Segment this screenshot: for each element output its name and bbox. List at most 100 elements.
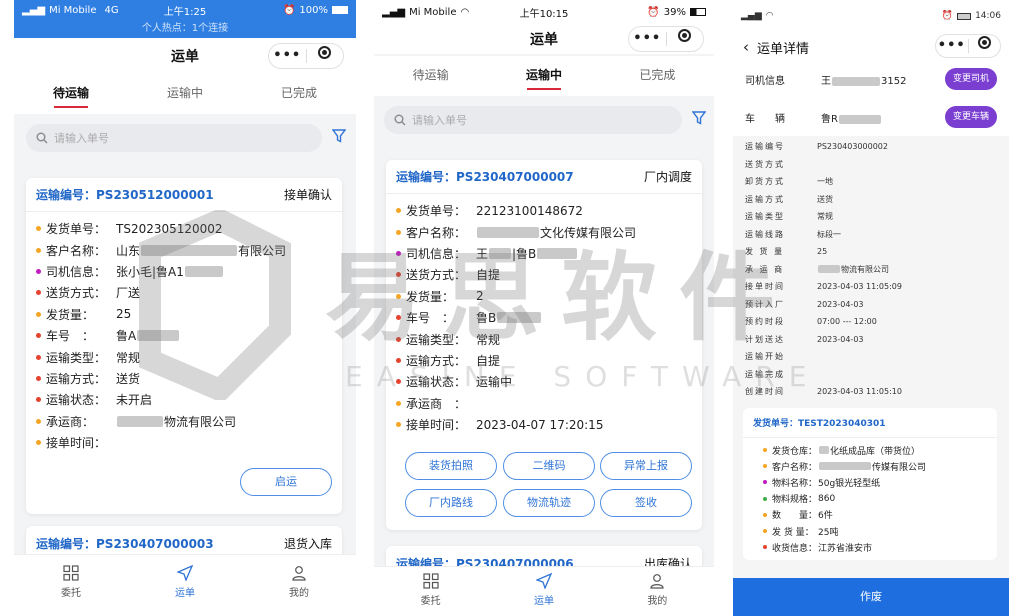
change-vehicle-button[interactable]: 变更车辆 <box>945 106 997 128</box>
field-label: 发货单号： <box>46 222 107 237</box>
field-value: 山东 <box>116 243 141 258</box>
delivery-order-card[interactable]: 发货单号：TEST2023040301 发货仓库： 化纸成品库（带货位） 客户名称… <box>743 408 997 560</box>
delivery-label: 发 货 量： <box>772 527 814 538</box>
back-icon[interactable]: ‹ <box>743 38 749 56</box>
mini-program-capsule: ••• <box>628 26 704 52</box>
detail-label: 送货方式 <box>745 159 785 169</box>
tab-completed[interactable]: 已完成 <box>601 56 714 96</box>
filter-icon[interactable] <box>692 111 706 125</box>
waybill-status: 退货入库 <box>283 536 332 551</box>
void-button[interactable]: 作废 <box>733 578 1009 616</box>
field-row: 运输方式： 自提 <box>396 350 692 371</box>
hotspot-banner[interactable]: 个人热点：1个连接 <box>14 20 356 38</box>
tab-pending[interactable]: 待运输 <box>14 74 128 114</box>
navigation-arrow-icon <box>535 573 552 589</box>
field-value: TS202305120002 <box>116 221 223 236</box>
bullet-dot <box>396 379 401 385</box>
bullet-dot <box>36 354 41 360</box>
field-label: 司机信息： <box>46 264 107 279</box>
logistics-track-button[interactable]: 物流轨迹 <box>503 489 595 517</box>
more-icon[interactable]: ••• <box>629 27 666 51</box>
filter-icon[interactable] <box>332 129 346 143</box>
field-label: 运输类型： <box>46 350 107 365</box>
bullet-dot <box>396 293 401 299</box>
search-input[interactable]: 请输入单号 <box>384 106 682 134</box>
field-row: 运输类型： 常规 <box>36 346 332 367</box>
loading-photo-button[interactable]: 装货拍照 <box>405 452 497 480</box>
redacted-block <box>818 265 840 274</box>
detail-label: 创建时间 <box>745 387 785 397</box>
field-row: 运输方式： 送货 <box>36 368 332 389</box>
detail-label: 发 货 量 <box>745 247 785 257</box>
delivery-value: 传媒有限公司 <box>872 462 927 473</box>
close-target-icon[interactable] <box>969 34 1001 58</box>
tab-pending[interactable]: 待运输 <box>374 56 487 96</box>
field-label: 承运商： <box>46 414 95 429</box>
field-row: 承运商： 物流有限公司 <box>36 411 332 432</box>
redacted-block <box>477 226 539 238</box>
delivery-row: 数 量： 6件 <box>743 507 997 523</box>
field-row: 发货单号： 22123100148672 <box>396 200 692 221</box>
bullet-dot <box>396 315 401 321</box>
detail-label: 运输编号 <box>745 142 785 152</box>
detail-row: 预计入厂 2023-04-03 <box>733 296 1009 314</box>
waybill-fields: 发货单号： TS202305120002 客户名称： 山东 有限公司 司机信息： 张小毛… <box>26 212 342 453</box>
nav-label: 我的 <box>647 596 668 607</box>
bullet-dot <box>36 375 41 381</box>
tab-bar: 待运输 运输中 已完成 <box>374 56 714 96</box>
vehicle-value: 鲁R <box>821 110 882 125</box>
waybill-fields: 发货单号： 22123100148672 客户名称： 文化传媒有限公司 司机信息： 王… <box>386 194 702 435</box>
status-time: 14:06 <box>975 11 1001 21</box>
mini-program-capsule: ••• <box>935 34 1001 58</box>
bullet-dot <box>763 512 767 517</box>
more-icon[interactable]: ••• <box>269 44 306 68</box>
factory-route-button[interactable]: 厂内路线 <box>405 489 497 517</box>
close-target-icon[interactable] <box>667 27 704 51</box>
detail-value: 2023-04-03 11:05:10 <box>817 387 902 397</box>
detail-label: 运输线路 <box>745 229 785 239</box>
more-icon[interactable]: ••• <box>936 34 968 58</box>
delivery-label: 数 量： <box>772 511 818 522</box>
search-input[interactable]: 请输入单号 <box>26 124 322 152</box>
battery-label: 39% <box>663 6 686 18</box>
bullet-dot <box>36 247 41 253</box>
start-transport-button[interactable]: 启运 <box>240 468 332 496</box>
nav-waybill[interactable]: 运单 <box>128 555 242 616</box>
bullet-dot <box>396 208 401 214</box>
search-icon <box>394 114 406 126</box>
user-icon <box>650 574 664 589</box>
detail-value: 2023-04-03 <box>817 299 864 309</box>
report-exception-button[interactable]: 异常上报 <box>600 452 692 480</box>
nav-entrust[interactable]: 委托 <box>14 555 128 616</box>
nav-mine[interactable]: 我的 <box>242 555 356 616</box>
tab-in-transit[interactable]: 运输中 <box>487 56 600 96</box>
waybill-status: 接单确认 <box>283 188 332 202</box>
waybill-card[interactable]: 运输编号：PS230407000007 厂内调度 发货单号： 22123100148… <box>386 160 702 530</box>
nav-waybill[interactable]: 运单 <box>487 567 600 616</box>
waybill-card[interactable]: 运输编号：PS230512000001 接单确认 发货单号： TS202305120… <box>26 178 342 514</box>
nav-mine[interactable]: 我的 <box>601 567 714 616</box>
bullet-dot <box>36 397 41 403</box>
redacted-block <box>141 244 238 256</box>
bullet-dot <box>36 226 41 232</box>
redacted-block <box>137 330 180 342</box>
detail-row: 预约时段 07:00 --- 12:00 <box>733 313 1009 331</box>
page-title: 运单详情 <box>757 41 810 57</box>
close-target-icon[interactable] <box>307 44 344 68</box>
field-value: 自提 <box>476 353 501 368</box>
field-label: 运输类型： <box>406 332 467 347</box>
tab-completed[interactable]: 已完成 <box>242 74 356 114</box>
tab-in-transit[interactable]: 运输中 <box>128 74 242 114</box>
bullet-dot <box>396 422 401 428</box>
vehicle-plate: 鲁R <box>821 114 838 125</box>
vehicle-label: 车 辆 <box>745 114 785 125</box>
signal-icon: ▂▄▆ <box>741 11 762 21</box>
sign-button[interactable]: 签收 <box>600 489 692 517</box>
detail-row: 运输完成 <box>733 366 1009 384</box>
change-driver-button[interactable]: 变更司机 <box>945 68 997 90</box>
nav-entrust[interactable]: 委托 <box>374 567 487 616</box>
driver-panel: 司机信息 王 3152 变更司机 车 辆 鲁R 变更车辆 <box>733 62 1009 136</box>
qr-code-button[interactable]: 二维码 <box>503 452 595 480</box>
mini-program-capsule: ••• <box>268 43 344 69</box>
battery-icon <box>690 8 706 16</box>
